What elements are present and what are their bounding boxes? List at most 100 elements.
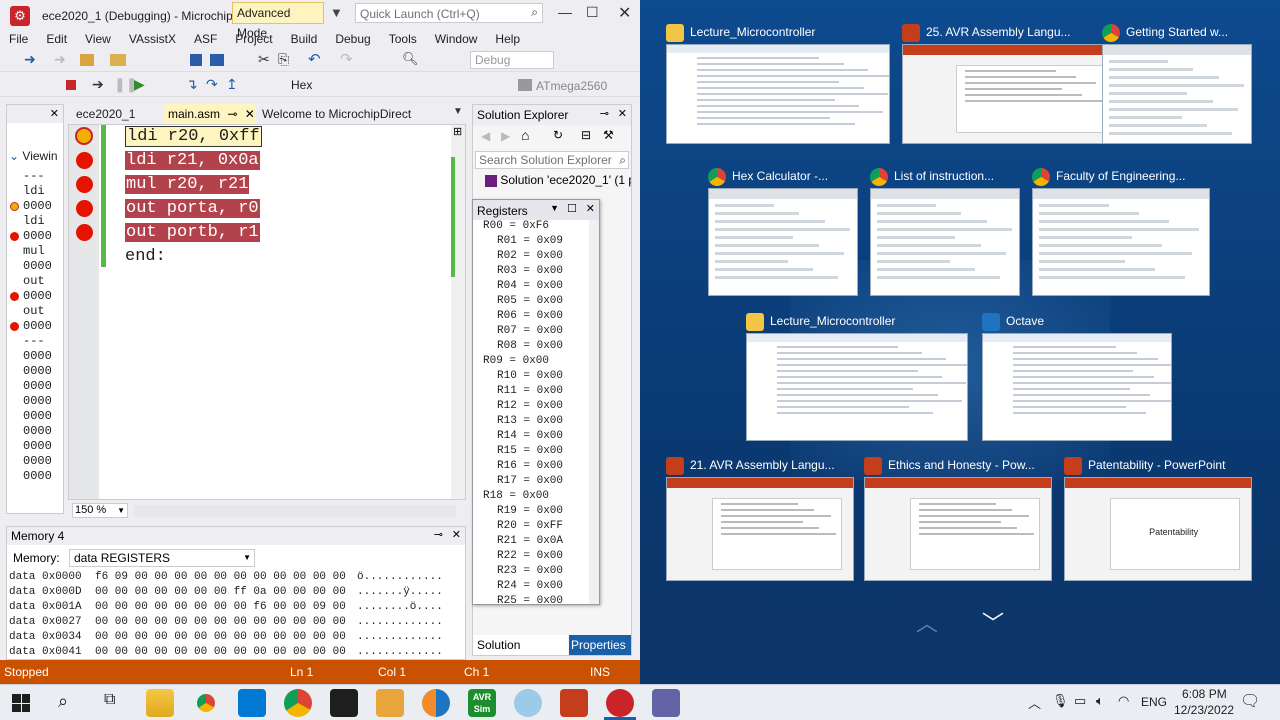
find-icon[interactable]: 🔍︎ [402,51,419,67]
close-icon[interactable]: ✕ [452,528,461,541]
menu-item-help[interactable]: Help [486,30,529,48]
code-line[interactable]: mul r20, r21 [125,173,250,197]
breakpoint-icon[interactable] [10,232,19,241]
code-line[interactable]: ldi r20, 0xff [125,125,262,149]
start-windows-icon[interactable] [12,694,30,712]
stop-debugging-icon[interactable] [66,80,76,90]
close-icon[interactable]: ✕ [618,107,627,120]
menu-item-build[interactable]: Build [282,30,327,48]
continue-icon[interactable]: ▶ [134,76,145,93]
microphone-icon[interactable]: 🎙︎ [1052,693,1069,709]
quick-launch-input[interactable]: Quick Launch (Ctrl+Q) ⌕ [355,3,543,23]
filter-icon[interactable]: ▼ [330,5,343,20]
clock-time[interactable]: 6:08 PM [1182,687,1227,701]
menu-item-edit[interactable]: Edit [37,30,76,48]
advanced-mode-button[interactable]: Advanced Mode [232,2,324,40]
task-view-window[interactable]: 25. AVR Assembly Langu... [902,22,1124,146]
menu-item-window[interactable]: Window [426,30,487,48]
task-view-window[interactable]: Hex Calculator -... [708,166,858,298]
menu-item-view[interactable]: View [76,30,120,48]
show-hidden-icons-icon[interactable]: ︿ [1028,693,1041,712]
tab-welcome[interactable]: Welcome to MicrochipDirect [262,107,411,121]
file-explorer-icon[interactable] [146,689,174,717]
show-next-statement-icon[interactable]: ➔ [92,76,104,93]
step-over-icon[interactable]: ↷ [206,76,218,93]
chrome-icon[interactable] [192,689,220,717]
minimize-icon[interactable]: — [558,4,572,20]
maximize-icon[interactable]: ☐ [586,4,599,21]
step-into-icon[interactable]: ↴ [186,76,198,93]
tab-overflow-icon[interactable]: ▼ [453,106,463,117]
teams-icon[interactable] [652,689,680,717]
menu-item-vassistx[interactable]: VAssistX [120,30,185,48]
search-icon[interactable]: ⌕ [58,691,68,712]
pin-icon[interactable]: ⊸ [600,107,609,120]
solution-search-input[interactable]: Search Solution Explorer ⌕ [475,151,629,169]
task-view-window[interactable]: List of instruction... [870,166,1020,298]
breakpoint-icon[interactable] [76,200,93,217]
task-view-window[interactable]: Ethics and Honesty - Pow... [864,455,1052,583]
menu-item-debug[interactable]: Debug [326,30,379,48]
horizontal-scrollbar[interactable] [134,505,456,517]
avr-sim-icon[interactable]: AVR Sim [468,689,496,717]
menu-item-file[interactable]: File [0,30,37,48]
language-indicator[interactable]: ENG [1141,695,1167,709]
breakpoint-icon[interactable] [10,322,19,331]
cut-icon[interactable]: ✂ [258,51,270,68]
save-all-icon[interactable] [210,54,224,66]
wifi-icon[interactable]: ◠ [1118,693,1129,709]
close-icon[interactable]: ✕ [50,104,59,124]
breakpoint-icon[interactable] [10,292,19,301]
menu-item-tools[interactable]: Tools [380,30,426,48]
sync-icon[interactable]: ↻ [553,128,563,142]
editor-scrollbar[interactable]: ⊞ [451,125,465,499]
collapse-icon[interactable]: ⌄ [9,149,19,163]
memory-select[interactable]: data REGISTERS ▼ [69,549,255,567]
task-view-window[interactable]: Getting Started w... [1102,22,1252,146]
maximize-icon[interactable]: ☐ [567,202,577,215]
terminal-icon[interactable] [330,689,358,717]
octave-icon[interactable] [422,689,450,717]
configuration-select[interactable]: Debug [470,51,554,69]
scroll-down-icon[interactable]: ﹀ [982,606,1004,638]
battery-icon[interactable]: ▭ [1074,693,1086,709]
folder-app-icon[interactable] [376,689,404,717]
solution-item[interactable]: Solution 'ece2020_1' (1 pro [500,173,631,187]
properties-tab[interactable]: Properties [569,635,631,655]
microsoft-store-icon[interactable] [238,689,266,717]
copy-icon[interactable]: ⎘ [278,51,289,68]
back-icon[interactable]: ◀ [481,129,490,143]
registers-scrollbar[interactable] [589,220,599,604]
task-view-window[interactable]: Faculty of Engineering... [1032,166,1210,298]
save-icon[interactable] [190,54,202,66]
close-tab-icon[interactable]: ✕ [245,107,255,121]
home-icon[interactable]: ⌂ [521,127,529,143]
tab-main-asm[interactable]: main.asm ⊸ ✕ [164,104,256,124]
open-icon[interactable] [110,54,126,66]
clock-date[interactable]: 12/23/2022 [1174,703,1234,717]
pin-icon[interactable]: ⊸ [434,528,443,541]
new-project-icon[interactable] [80,54,94,66]
close-icon[interactable]: ✕ [586,202,595,215]
chrome-profile-icon[interactable] [284,689,312,717]
hex-toggle-button[interactable]: Hex [291,78,312,92]
step-out-icon[interactable]: ↥ [226,76,238,93]
task-view-window[interactable]: Lecture_Microcontroller [666,22,890,146]
breakpoint-icon[interactable] [76,224,93,241]
forward-icon[interactable]: ▶ [501,129,510,143]
microchip-studio-icon[interactable] [606,689,634,717]
properties-icon[interactable]: ⚒ [603,128,614,142]
device-label[interactable]: ATmega2560 [536,79,607,93]
menu-item-asf[interactable]: ASF [185,30,226,48]
menu-item-project[interactable]: Project [226,30,281,48]
code-editor[interactable]: ldi r20, 0xff ldi r21, 0x0a mul r20, r21 ou… [68,124,466,500]
task-view-window[interactable]: 21. AVR Assembly Langu... [666,455,854,583]
undo-icon[interactable]: ↶ [308,50,321,68]
collapse-all-icon[interactable]: ⊟ [581,128,591,142]
task-view-icon[interactable]: ⧉ [104,691,115,709]
task-view-window[interactable]: Lecture_Microcontroller [746,311,968,443]
split-icon[interactable]: ⊞ [453,125,462,138]
task-view-window[interactable]: Patentability - PowerPoint Patentability [1064,455,1252,583]
zoom-select[interactable]: 150 % ▼ [72,503,128,518]
tab-ece2020-1[interactable]: ece2020_1 [76,107,135,121]
